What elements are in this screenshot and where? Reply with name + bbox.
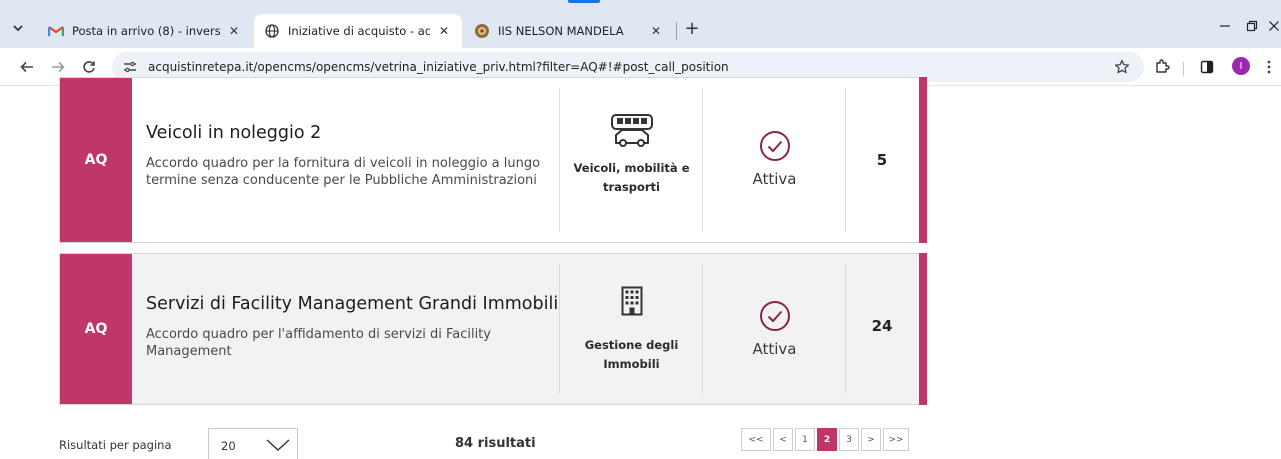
pagination: << < 1 2 3 > >> xyxy=(741,428,911,451)
chevron-down-icon xyxy=(266,439,290,451)
status-text: Attiva xyxy=(752,340,797,358)
gmail-icon xyxy=(48,23,64,39)
profile-avatar[interactable]: I xyxy=(1232,57,1250,75)
initiative-card[interactable]: AQ Servizi di Facility Management Grandi… xyxy=(59,253,927,405)
prev-page-button[interactable]: < xyxy=(773,428,793,451)
emblem-icon xyxy=(474,23,490,39)
category-column: Gestione degli Immobili xyxy=(560,286,703,374)
bookmark-star-icon[interactable] xyxy=(1114,59,1130,75)
page-button-3[interactable]: 3 xyxy=(839,428,859,451)
vehicles-icon xyxy=(610,114,653,147)
page-content: AQ Veicoli in noleggio 2 Accordo quadro … xyxy=(0,77,1281,459)
status-column: Attiva xyxy=(703,130,846,188)
minimize-icon[interactable] xyxy=(1213,16,1237,36)
check-circle-icon xyxy=(759,301,790,331)
initiative-title[interactable]: Veicoli in noleggio 2 xyxy=(146,123,321,143)
initiative-description: Accordo quadro per l'affidamento di serv… xyxy=(146,327,491,359)
initiative-count: 24 xyxy=(871,317,893,335)
check-circle-icon xyxy=(759,131,790,161)
results-count: 84 risultati xyxy=(455,436,536,451)
initiative-description: Accordo quadro per la fornitura di veico… xyxy=(146,156,541,188)
category-label: Veicoli, mobilità e trasporti xyxy=(573,161,690,194)
site-settings-icon[interactable] xyxy=(122,59,138,75)
tab-separator xyxy=(676,22,677,40)
per-page-value: 20 xyxy=(221,439,236,453)
next-page-button[interactable]: > xyxy=(861,428,881,451)
category-column: Veicoli, mobilità e trasporti xyxy=(560,113,703,197)
category-label: Gestione degli Immobili xyxy=(584,338,679,371)
card-accent-bar xyxy=(919,77,927,243)
tab-title: Iniziative di acquisto - acquistin xyxy=(288,24,430,38)
tab-iniziative[interactable]: Iniziative di acquisto - acquistin ✕ xyxy=(254,14,462,48)
initiative-count: 5 xyxy=(876,151,888,169)
close-icon[interactable]: ✕ xyxy=(226,23,242,39)
url-text: acquistinretepa.it/opencms/opencms/vetri… xyxy=(148,60,729,74)
tab-nelson-mandela[interactable]: IIS NELSON MANDELA ✕ xyxy=(464,14,674,48)
tab-gmail[interactable]: Posta in arrivo (8) - inverso.giar ✕ xyxy=(38,14,252,48)
chevron-down-icon xyxy=(13,25,23,32)
tab-strip-highlight xyxy=(568,0,600,3)
tab-strip: Posta in arrivo (8) - inverso.giar ✕ Ini… xyxy=(0,0,1281,48)
tab-title: IIS NELSON MANDELA xyxy=(498,24,624,38)
page-button-1[interactable]: 1 xyxy=(795,428,815,451)
back-icon[interactable] xyxy=(16,56,38,78)
side-panel-icon[interactable] xyxy=(1196,56,1218,78)
building-icon xyxy=(621,286,642,316)
initiative-type-badge: AQ xyxy=(60,254,132,404)
card-accent-bar xyxy=(919,253,927,405)
close-icon[interactable]: ✕ xyxy=(436,23,452,39)
globe-icon xyxy=(264,23,280,39)
status-text: Attiva xyxy=(752,170,797,188)
restore-icon[interactable] xyxy=(1240,16,1264,36)
last-page-button[interactable]: >> xyxy=(883,428,909,451)
status-column: Attiva xyxy=(703,300,846,358)
initiative-card[interactable]: AQ Veicoli in noleggio 2 Accordo quadro … xyxy=(59,77,927,243)
per-page-label: Risultati per pagina xyxy=(59,438,172,452)
initiative-title[interactable]: Servizi di Facility Management Grandi Im… xyxy=(146,294,558,314)
more-options-icon[interactable] xyxy=(1258,56,1280,78)
tab-title: Posta in arrivo (8) - inverso.giar xyxy=(72,24,220,38)
tab-search-button[interactable] xyxy=(8,18,28,38)
extensions-icon[interactable] xyxy=(1151,56,1173,78)
page-button-2[interactable]: 2 xyxy=(817,428,837,451)
first-page-button[interactable]: << xyxy=(741,428,771,451)
close-icon[interactable]: ✕ xyxy=(648,23,664,39)
toolbar-divider xyxy=(1183,62,1184,76)
per-page-select[interactable]: 20 xyxy=(208,428,298,459)
reload-icon[interactable] xyxy=(78,56,100,78)
new-tab-button[interactable]: + xyxy=(681,17,703,39)
forward-icon[interactable] xyxy=(47,56,69,78)
initiative-type-badge: AQ xyxy=(60,78,132,242)
window-close-icon[interactable] xyxy=(1262,16,1281,36)
